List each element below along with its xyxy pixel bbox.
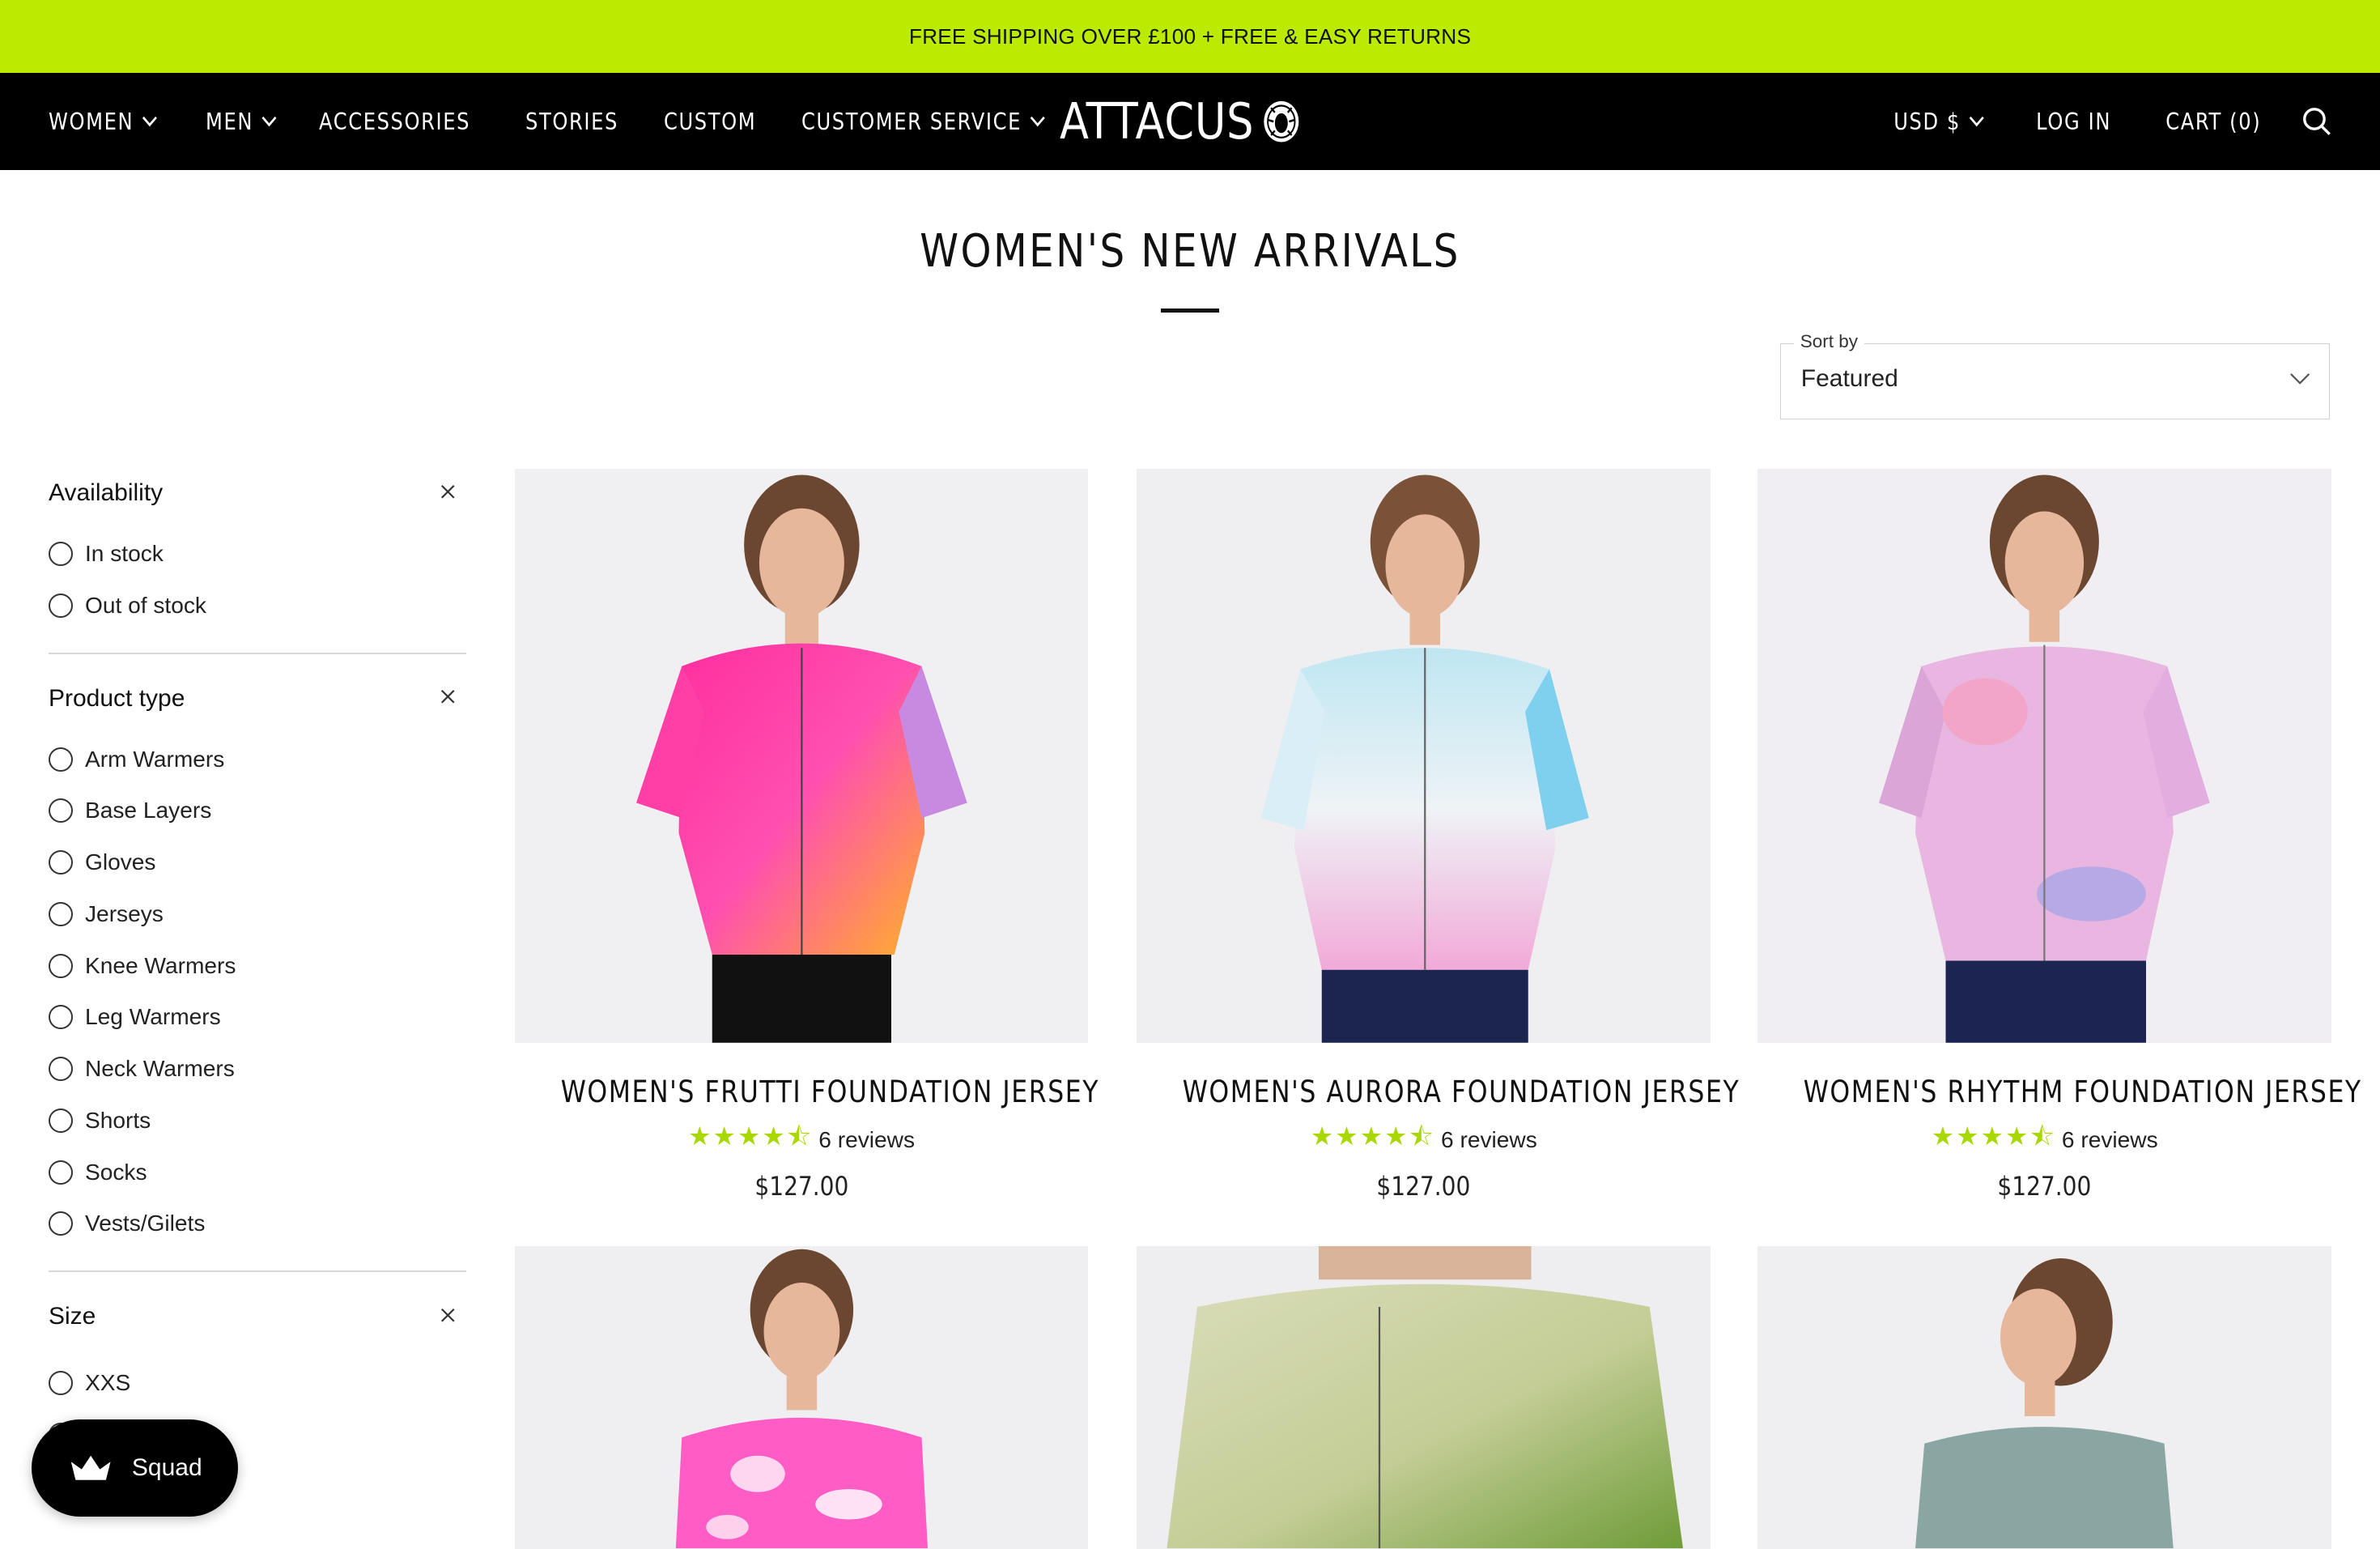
product-card[interactable]: WOMEN'S FRUTTI FOUNDATION JERSEY ★★★★⯪ 6… [514,469,1098,1202]
product-title[interactable]: WOMEN'S RHYTHM FOUNDATION JERSEY [1804,1074,2361,1109]
sort-select[interactable]: Featured [1780,343,2331,419]
product-price: $127.00 [754,1171,848,1202]
product-image[interactable] [1137,469,1711,1044]
product-title[interactable]: WOMEN'S AURORA FOUNDATION JERSEY [1183,1074,1739,1109]
radio-button[interactable] [49,1211,73,1236]
radio-button[interactable] [49,953,73,978]
search-icon[interactable] [2301,106,2332,137]
divider [49,1270,466,1273]
chevron-down-icon [261,116,276,126]
product-photo [1137,469,1711,1044]
filter-option[interactable]: Vests/Gilets [49,1198,466,1249]
product-rating: ★★★★⯪ 6 reviews [1757,1118,2331,1162]
chevron-down-icon [1030,116,1045,126]
product-image[interactable] [514,469,1089,1044]
radio-button[interactable] [49,1160,73,1185]
squad-label: Squad [131,1454,202,1482]
product-image[interactable] [1137,1246,1711,1549]
squad-rewards-button[interactable]: Squad [32,1419,239,1517]
product-price: $127.00 [1997,1171,2092,1202]
radio-button[interactable] [49,850,73,875]
filter-option[interactable]: Leg Warmers [49,991,466,1043]
brand-name: ATTACUS [1059,92,1255,151]
nav-accessories[interactable]: ACCESSORIES [319,109,470,135]
filter-sidebar: Availability In stock Out of stock Produ… [49,470,466,1512]
product-photo [1757,1246,2331,1549]
chevron-down-icon [1969,116,1984,126]
title-underline [1161,308,1219,313]
filter-product-type-title[interactable]: Product type [49,675,466,721]
nav-men[interactable]: MEN [206,109,277,135]
close-icon[interactable] [439,1306,457,1325]
radio-button[interactable] [49,798,73,823]
review-count[interactable]: 6 reviews [1441,1127,1537,1153]
close-icon[interactable] [439,687,457,706]
filter-option[interactable]: Shorts [49,1095,466,1147]
filter-availability-title[interactable]: Availability [49,470,466,516]
brand-logo[interactable]: ATTACUS [1060,73,1301,170]
filter-option[interactable]: Socks [49,1147,466,1198]
filter-option[interactable]: Out of stock [49,580,466,632]
promo-banner: FREE SHIPPING OVER £100 + FREE & EASY RE… [0,0,2380,73]
product-card[interactable]: WOMEN'S AURORA FOUNDATION JERSEY ★★★★⯪ 6… [1137,469,1739,1202]
product-photo [1757,469,2331,1044]
nav-custom[interactable]: CUSTOM [664,109,756,135]
product-photo [514,469,1089,1044]
filter-option[interactable]: Knee Warmers [49,940,466,992]
radio-button[interactable] [49,594,73,619]
chevron-down-icon [2290,373,2310,385]
product-card[interactable] [514,1246,1089,1549]
review-count[interactable]: 6 reviews [2062,1127,2158,1153]
filter-option[interactable]: Base Layers [49,785,466,836]
currency-selector[interactable]: USD $ [1893,109,1984,135]
filter-option[interactable]: Arm Warmers [49,734,466,785]
sort-value: Featured [1800,365,1898,392]
filter-option[interactable]: In stock [49,529,466,581]
sort-label: Sort by [1794,330,1864,352]
radio-button[interactable] [49,1108,73,1133]
star-rating-icon: ★★★★⯪ [1310,1121,1435,1151]
crown-icon [70,1456,111,1481]
product-image[interactable] [1757,469,2331,1044]
product-card[interactable]: WOMEN'S RHYTHM FOUNDATION JERSEY ★★★★⯪ 6… [1757,469,2361,1202]
star-rating-icon: ★★★★⯪ [1931,1121,2056,1151]
cart-link[interactable]: CART (0) [2166,109,2262,135]
product-image[interactable] [514,1246,1089,1549]
product-rating: ★★★★⯪ 6 reviews [515,1118,1089,1162]
divider [49,653,466,655]
product-rating: ★★★★⯪ 6 reviews [1137,1118,1711,1162]
promo-text: FREE SHIPPING OVER £100 + FREE & EASY RE… [908,23,1472,49]
filter-size-title[interactable]: Size [49,1294,466,1339]
nav-right: USD $ LOG IN CART (0) [1879,73,2331,170]
product-title[interactable]: WOMEN'S FRUTTI FOUNDATION JERSEY [560,1074,1098,1109]
product-photo [1137,1246,1711,1549]
star-rating-icon: ★★★★⯪ [687,1121,813,1151]
product-price: $127.00 [1376,1171,1471,1202]
beetle-logo-icon [1264,100,1299,143]
radio-button[interactable] [49,901,73,926]
close-icon[interactable] [439,483,457,501]
filter-option[interactable]: Neck Warmers [49,1043,466,1095]
radio-button[interactable] [49,747,73,772]
radio-button[interactable] [49,1371,73,1396]
chevron-down-icon [142,116,157,126]
radio-button[interactable] [49,1057,73,1081]
radio-button[interactable] [49,542,73,567]
page-title: WOMEN'S NEW ARRIVALS [920,224,1460,278]
product-photo [514,1246,1089,1549]
product-image[interactable] [1757,1246,2331,1549]
nav-women[interactable]: WOMEN [49,109,157,135]
radio-button[interactable] [49,1005,73,1030]
product-card[interactable] [1757,1246,2331,1549]
filter-option[interactable]: XXS [49,1357,466,1409]
review-count[interactable]: 6 reviews [818,1127,915,1153]
filter-option[interactable]: Jerseys [49,888,466,940]
filter-option[interactable]: Gloves [49,836,466,888]
nav-customer-service[interactable]: CUSTOMER SERVICE [801,109,1045,135]
product-card[interactable] [1137,1246,1711,1549]
nav-stories[interactable]: STORIES [525,109,618,135]
nav-menu: WOMEN MEN ACCESSORIES STORIES CUSTOM CUS… [49,73,1085,170]
login-link[interactable]: LOG IN [2036,109,2111,135]
